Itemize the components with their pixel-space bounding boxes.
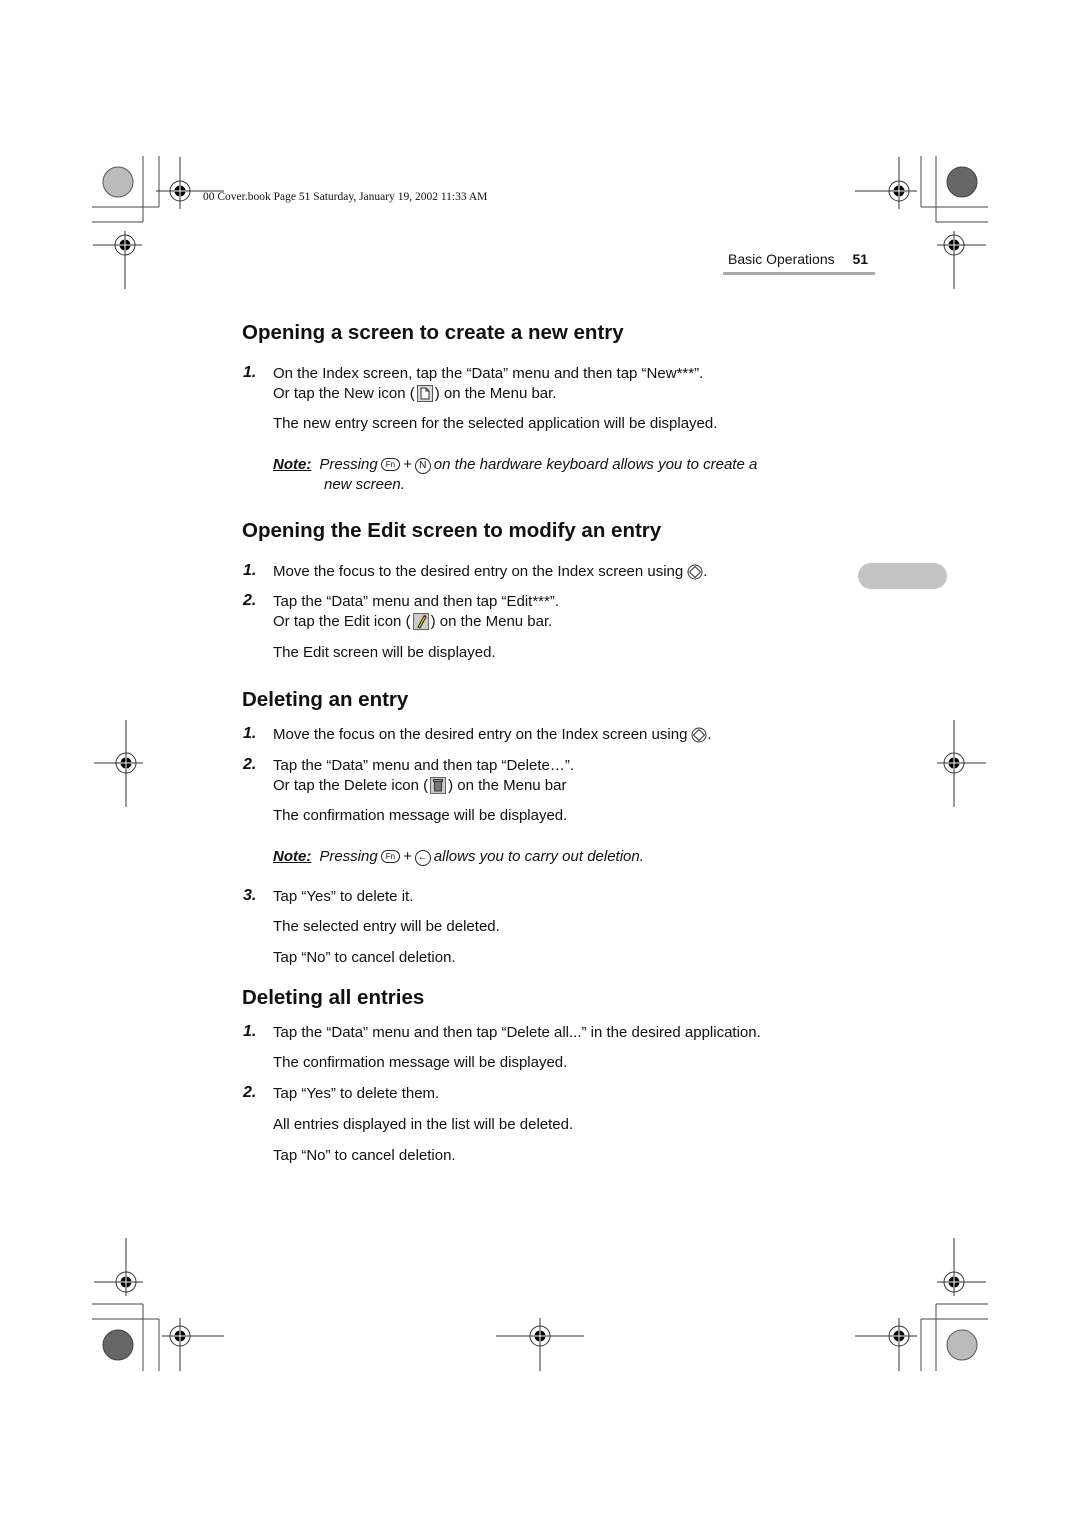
navigation-pad-icon [687, 564, 703, 580]
registration-mark [937, 720, 986, 807]
running-head-title: Basic Operations [728, 251, 835, 267]
note-text: Pressing [319, 848, 378, 865]
color-target-solid [102, 1329, 134, 1361]
section-heading: Opening the Edit screen to modify an ent… [242, 519, 662, 542]
step-number: 2. [243, 756, 257, 773]
backspace-key-icon: ← [414, 850, 431, 866]
step-text-part: Move the focus to the desired entry on t… [273, 563, 684, 580]
n-key-icon: N [414, 458, 431, 474]
step-text: Or tap the Edit icon ( ) on the Menu bar. [273, 612, 552, 632]
note-text: allows you to carry out deletion. [433, 848, 644, 865]
registration-mark [937, 1238, 986, 1296]
fn-key-icon: Fn [380, 850, 401, 863]
trash-icon [430, 777, 447, 794]
step-text: Tap “Yes” to delete them. [273, 1085, 440, 1102]
step-number: 3. [243, 887, 257, 904]
step-number: 1. [243, 562, 257, 579]
chapter-thumb-tab [858, 563, 947, 589]
result-text: The confirmation message will be display… [273, 1054, 568, 1071]
result-text: The selected entry will be deleted. [273, 918, 500, 935]
step-number: 1. [243, 1023, 257, 1040]
note-label: Note: [273, 848, 312, 865]
running-head-rule [723, 272, 875, 275]
fn-key-icon: Fn [380, 458, 401, 471]
step-number: 2. [243, 592, 257, 609]
result-text: Tap “No” to cancel deletion. [273, 949, 456, 966]
edit-pencil-icon [412, 613, 429, 630]
step-text: Or tap the Delete icon ( ) on the Menu ba… [273, 776, 566, 796]
step-text-part: Or tap the New icon ( [273, 385, 415, 402]
step-text: On the Index screen, tap the “Data” menu… [273, 365, 704, 382]
step-number: 1. [243, 364, 257, 381]
note-text: on the hardware keyboard allows you to c… [433, 456, 758, 473]
step-text: Move the focus to the desired entry on t… [273, 562, 707, 582]
color-target-starburst [102, 166, 134, 198]
color-target-solid [946, 166, 978, 198]
result-text: The Edit screen will be displayed. [273, 644, 496, 661]
step-text-part: Or tap the Delete icon ( [273, 777, 429, 794]
navigation-pad-icon [691, 727, 707, 743]
result-text: Tap “No” to cancel deletion. [273, 1147, 456, 1164]
result-text: All entries displayed in the list will b… [273, 1116, 574, 1133]
color-target-starburst [946, 1329, 978, 1361]
registration-mark [94, 720, 143, 807]
note: Note: Pressing Fn + ← allows you to carry out… [273, 847, 833, 867]
note-text: new screen. [324, 476, 405, 493]
running-head: Basic Operations 51 [728, 251, 868, 267]
result-text: The confirmation message will be display… [273, 807, 568, 824]
plus-sign: + [403, 848, 412, 865]
registration-mark [855, 157, 917, 209]
step-text-part: ) on the Menu bar. [430, 613, 553, 630]
section-heading: Opening a screen to create a new entry [242, 321, 624, 344]
note-text: Pressing [319, 456, 378, 473]
step-number: 1. [243, 725, 257, 742]
section-heading: Deleting all entries [242, 986, 425, 1009]
registration-mark [162, 1318, 224, 1371]
step-text: Or tap the New icon ( ) on the Menu bar. [273, 384, 556, 404]
section-heading: Deleting an entry [242, 688, 409, 711]
step-text: Tap “Yes” to delete it. [273, 888, 414, 905]
registration-mark [937, 231, 986, 289]
plus-sign: + [403, 456, 412, 473]
step-text: Tap the “Data” menu and then tap “Delete… [273, 1024, 761, 1041]
step-text-part: . [707, 726, 712, 743]
page-number: 51 [852, 251, 869, 267]
step-text: Move the focus on the desired entry on t… [273, 725, 712, 745]
note-label: Note: [273, 456, 312, 473]
new-document-icon [416, 385, 433, 402]
result-text: The new entry screen for the selected ap… [273, 415, 718, 432]
step-text-part: . [703, 563, 708, 580]
step-text-part: ) on the Menu bar [448, 777, 567, 794]
registration-mark [93, 231, 142, 289]
step-text: Tap the “Data” menu and then tap “Delete… [273, 757, 574, 774]
step-text-part: Or tap the Edit icon ( [273, 613, 411, 630]
step-number: 2. [243, 1084, 257, 1101]
print-slug: 00 Cover.book Page 51 Saturday, January … [203, 191, 488, 203]
registration-mark [496, 1318, 584, 1371]
step-text-part: Move the focus on the desired entry on t… [273, 726, 688, 743]
step-text: Tap the “Data” menu and then tap “Edit**… [273, 593, 559, 610]
registration-mark [94, 1238, 143, 1296]
note: Note: Pressing Fn + Non the hardware keyboar… [273, 455, 833, 495]
registration-mark [855, 1318, 917, 1371]
step-text-part: ) on the Menu bar. [434, 385, 557, 402]
